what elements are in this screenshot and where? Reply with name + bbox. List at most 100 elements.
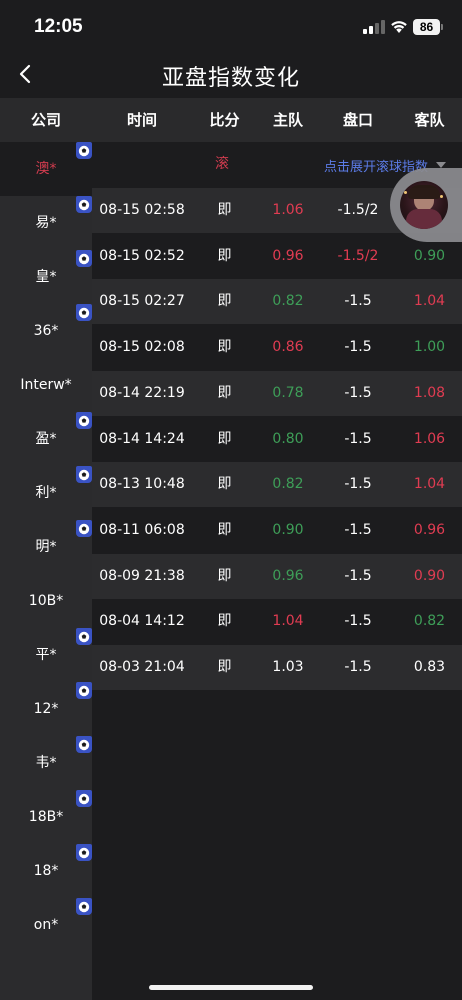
cell-score: 即 — [217, 567, 232, 584]
header-score: 比分 — [209, 111, 240, 129]
header-time: 时间 — [126, 111, 157, 129]
sidebar-item[interactable]: 18* — [0, 844, 92, 898]
battery-tip — [441, 24, 443, 30]
cell-home-odds: 0.96 — [272, 247, 304, 264]
cell-away-odds: 1.06 — [413, 430, 446, 447]
header-line: 盘口 — [342, 111, 373, 129]
soccer-ball-badge-icon — [76, 520, 92, 537]
table-row[interactable]: 08-13 10:48 即 0.82 -1.5 1.04 — [92, 462, 462, 508]
sidebar-item[interactable]: Interw* — [0, 358, 92, 412]
sidebar-item[interactable]: 36* — [0, 304, 92, 358]
avatar[interactable] — [400, 181, 448, 229]
table-row[interactable]: 08-14 22:19 即 0.78 -1.5 1.08 — [92, 370, 462, 416]
cell-time: 08-15 02:08 — [99, 339, 185, 356]
nav-bar: 亚盘指数变化 — [0, 52, 462, 98]
soccer-ball-badge-icon — [76, 304, 92, 321]
cell-handicap: -1.5 — [344, 521, 372, 538]
sidebar-item[interactable]: 平* — [0, 628, 92, 682]
table-row[interactable]: 08-15 02:08 即 0.86 -1.5 1.00 — [92, 325, 462, 371]
cell-handicap: -1.5 — [344, 430, 372, 447]
sidebar-item[interactable]: 利* — [0, 466, 92, 520]
cell-home-odds: 1.04 — [272, 613, 304, 630]
cell-time: 08-09 21:38 — [99, 567, 185, 584]
cell-handicap: -1.5/2 — [337, 247, 379, 264]
cell-away-odds: 0.82 — [413, 613, 446, 630]
sidebar-item[interactable]: 10B* — [0, 574, 92, 628]
header-away: 客队 — [414, 111, 445, 129]
status-bar: 12:05 86 — [0, 0, 462, 52]
cell-score: 即 — [217, 430, 232, 447]
cell-time: 08-14 22:19 — [99, 384, 185, 401]
soccer-ball-badge-icon — [76, 790, 92, 807]
cell-home-odds: 0.80 — [272, 430, 304, 447]
cell-home-odds: 0.82 — [272, 293, 304, 310]
cell-score: 即 — [217, 202, 232, 218]
cell-home-odds: 1.06 — [272, 202, 304, 218]
sidebar-item-label: 10B* — [28, 593, 64, 609]
floating-avatar-bubble[interactable] — [390, 168, 462, 242]
cell-home-odds: 0.78 — [272, 384, 304, 401]
cell-score: 即 — [217, 476, 232, 493]
battery-icon: 86 — [413, 19, 440, 35]
sidebar-item[interactable]: 盈* — [0, 412, 92, 466]
cell-handicap: -1.5/2 — [337, 202, 379, 218]
cell-away-odds: 1.04 — [413, 476, 446, 493]
cell-away-odds: 0.90 — [413, 567, 446, 584]
cell-time: 08-14 14:24 — [99, 430, 185, 447]
cell-time: 08-11 06:08 — [99, 521, 185, 538]
soccer-ball-badge-icon — [76, 898, 92, 915]
sidebar-item[interactable]: 明* — [0, 520, 92, 574]
cell-handicap: -1.5 — [344, 476, 372, 493]
sidebar-item[interactable]: 易* — [0, 196, 92, 250]
sidebar-item[interactable]: 澳* — [0, 142, 92, 196]
cell-score: 即 — [217, 339, 232, 356]
sidebar-item[interactable]: 皇* — [0, 250, 92, 304]
table-row[interactable]: 08-11 06:08 即 0.90 -1.5 0.96 — [92, 507, 462, 553]
soccer-ball-badge-icon — [76, 142, 92, 159]
status-time: 12:05 — [34, 16, 83, 37]
sidebar-item[interactable]: 18B* — [0, 790, 92, 844]
cell-score: 即 — [217, 613, 232, 630]
cell-time: 08-03 21:04 — [99, 659, 185, 675]
cell-away-odds: 1.04 — [413, 293, 446, 310]
cell-home-odds: 0.82 — [272, 476, 304, 493]
cell-time: 08-04 14:12 — [99, 613, 185, 630]
cell-handicap: -1.5 — [344, 384, 372, 401]
sidebar-item[interactable]: 韦* — [0, 736, 92, 790]
table-row[interactable]: 08-04 14:12 即 1.04 -1.5 0.82 — [92, 599, 462, 645]
cell-score: 即 — [217, 659, 232, 675]
soccer-ball-badge-icon — [76, 682, 92, 699]
sidebar-item-label: Interw* — [20, 377, 72, 393]
rolling-label: 滚 — [215, 156, 229, 172]
soccer-ball-badge-icon — [76, 466, 92, 483]
cell-away-odds: 1.08 — [413, 384, 446, 401]
cell-away-odds: 0.96 — [413, 521, 446, 538]
cell-score: 即 — [217, 247, 232, 264]
cell-score: 即 — [217, 384, 232, 401]
header-company: 公司 — [30, 111, 61, 129]
cell-score: 即 — [217, 521, 232, 538]
soccer-ball-badge-icon — [76, 196, 92, 213]
cell-time: 08-15 02:27 — [99, 293, 185, 310]
table-row[interactable]: 08-15 02:52 即 0.96 -1.5/2 0.90 — [92, 233, 462, 279]
cell-home-odds: 0.96 — [272, 567, 304, 584]
cell-time: 08-15 02:58 — [99, 202, 185, 218]
cell-handicap: -1.5 — [344, 659, 372, 675]
cell-score: 即 — [217, 293, 232, 310]
cell-handicap: -1.5 — [344, 339, 372, 356]
table-row[interactable]: 08-09 21:38 即 0.96 -1.5 0.90 — [92, 553, 462, 599]
page-title: 亚盘指数变化 — [161, 66, 300, 91]
cell-handicap: -1.5 — [344, 567, 372, 584]
cell-time: 08-15 02:52 — [99, 247, 185, 264]
table-row[interactable]: 08-14 14:24 即 0.80 -1.5 1.06 — [92, 416, 462, 462]
soccer-ball-badge-icon — [76, 412, 92, 429]
header-home: 主队 — [272, 111, 303, 129]
cell-home-odds: 0.90 — [272, 521, 304, 538]
table-row[interactable]: 08-03 21:04 即 1.03 -1.5 0.83 — [92, 645, 462, 690]
table-row[interactable]: 08-15 02:27 即 0.82 -1.5 1.04 — [92, 279, 462, 325]
sidebar-item[interactable]: on* — [0, 898, 92, 952]
sidebar-item[interactable]: 12* — [0, 682, 92, 736]
wifi-icon — [391, 21, 407, 33]
home-indicator — [149, 985, 313, 990]
cellular-signal-icon — [363, 20, 385, 34]
